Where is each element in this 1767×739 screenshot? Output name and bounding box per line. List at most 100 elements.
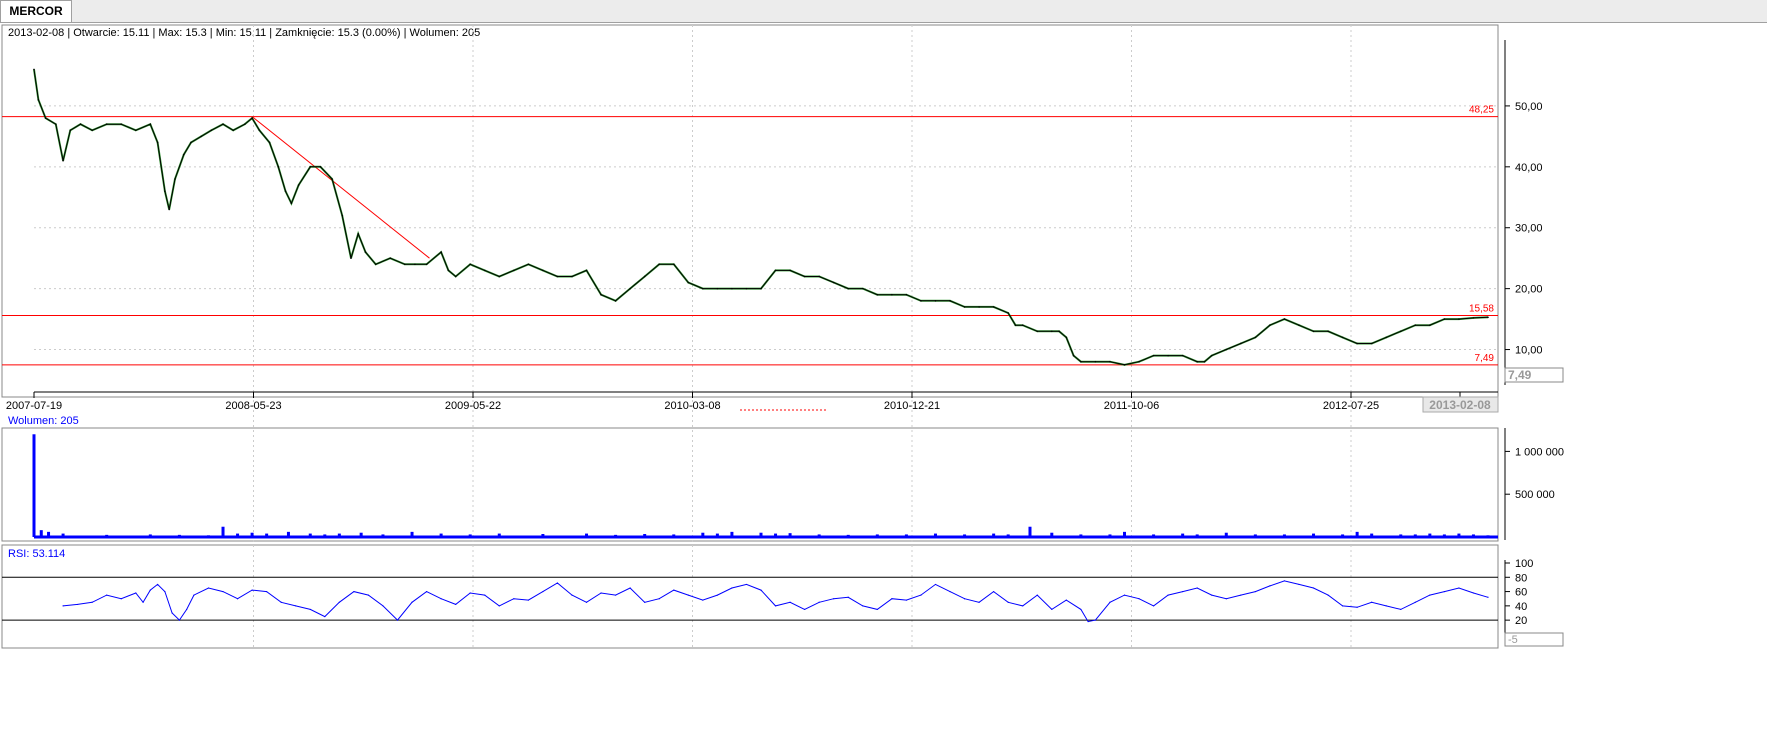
price-point (1094, 360, 1097, 363)
volume-bar (541, 534, 545, 537)
rsi-point (1152, 605, 1155, 607)
y-tick-label: 40,00 (1515, 162, 1543, 174)
price-point (1399, 330, 1402, 333)
volume-y-tick-label: 500 000 (1515, 489, 1555, 501)
rsi-y-tick-label: 20 (1515, 615, 1527, 627)
price-point (1109, 360, 1111, 363)
volume-bar (1413, 534, 1417, 537)
x-tick-label: 2009-05-22 (445, 400, 501, 412)
rsi-point (207, 587, 210, 589)
volume-bar (221, 526, 225, 537)
x-tick-label: 2012-07-25 (1323, 400, 1379, 412)
volume-bar (381, 534, 385, 537)
volume-bar (1282, 534, 1286, 537)
price-point (134, 129, 137, 132)
rsi-point (745, 583, 748, 586)
volume-bar (1341, 534, 1345, 537)
rsi-point (135, 592, 137, 594)
volume-bar (788, 533, 792, 537)
price-point (745, 287, 748, 290)
price-point (1072, 354, 1075, 357)
price-point (1269, 324, 1271, 326)
price-point (498, 275, 501, 278)
price-point (1007, 312, 1009, 314)
price-point (1051, 330, 1053, 333)
volume-bar (1457, 533, 1461, 537)
y-tick-label: 30,00 (1515, 223, 1543, 235)
volume-bar (1486, 535, 1490, 537)
volume-panel-frame (1, 427, 1499, 542)
volume-bar (585, 533, 589, 537)
price-point (1167, 354, 1169, 357)
price-point (585, 269, 588, 272)
volume-bar (817, 534, 821, 537)
price-point (1327, 330, 1329, 333)
rsi-point (774, 605, 777, 607)
price-point (91, 129, 93, 132)
volume-bar (265, 533, 269, 537)
volume-bar (1428, 533, 1432, 537)
price-point (513, 269, 515, 272)
rsi-point (905, 599, 908, 601)
price-point (1225, 348, 1228, 351)
volume-bar (47, 531, 51, 537)
rsi-point (1371, 601, 1373, 603)
volume-bar (61, 533, 65, 537)
price-point (277, 166, 280, 168)
price-point (1429, 324, 1431, 326)
volume-bar (672, 534, 676, 537)
price-point (1080, 360, 1082, 363)
x-tick-label: 2007-07-19 (6, 400, 62, 412)
price-point (1138, 360, 1140, 363)
rsi-point (484, 594, 486, 596)
rsi-label: RSI: 53.114 (8, 548, 65, 560)
price-point (847, 287, 850, 290)
moving-average-line (33, 69, 1489, 366)
rsi-point (687, 594, 689, 596)
x-tick-label: 2010-03-08 (664, 400, 720, 412)
rsi-y-tick-label: 40 (1515, 601, 1527, 613)
price-point (469, 263, 472, 266)
price-point (341, 214, 344, 217)
volume-bar (1123, 531, 1126, 537)
rsi-point (62, 605, 64, 607)
volume-bar (359, 532, 363, 537)
price-point (818, 275, 820, 278)
price-point (297, 184, 300, 186)
price-point (156, 141, 159, 144)
rsi-point (542, 590, 544, 593)
price-point (414, 263, 416, 266)
volume-bar (286, 531, 290, 537)
tab-mercor[interactable]: MERCOR (0, 0, 72, 22)
price-point (934, 300, 937, 302)
price-point (33, 68, 35, 71)
price-point (861, 287, 864, 290)
rsi-point (1443, 590, 1445, 593)
price-point (774, 269, 777, 272)
rsi-point (949, 590, 951, 593)
price-point (210, 129, 213, 132)
trend-line (251, 116, 430, 259)
volume-bar (1312, 533, 1316, 537)
rsi-point (1007, 601, 1009, 603)
volume-bar (1152, 534, 1156, 537)
volume-bar (715, 533, 719, 537)
price-point (357, 233, 360, 235)
price-point (244, 123, 246, 125)
price-point (120, 123, 123, 125)
rsi-point (411, 601, 413, 603)
support-line-label: 7,49 (1475, 353, 1495, 364)
rsi-point (1051, 608, 1053, 611)
rsi-point (1342, 605, 1344, 607)
price-point (963, 306, 966, 308)
price-point (687, 281, 690, 284)
price-point (905, 293, 908, 296)
price-point (55, 123, 57, 125)
price-point (920, 300, 922, 302)
rsi-point (644, 601, 646, 603)
price-point (1181, 354, 1184, 357)
volume-bar (963, 534, 967, 537)
rsi-point (1254, 590, 1256, 593)
price-point (168, 208, 171, 211)
rsi-point (673, 589, 675, 591)
